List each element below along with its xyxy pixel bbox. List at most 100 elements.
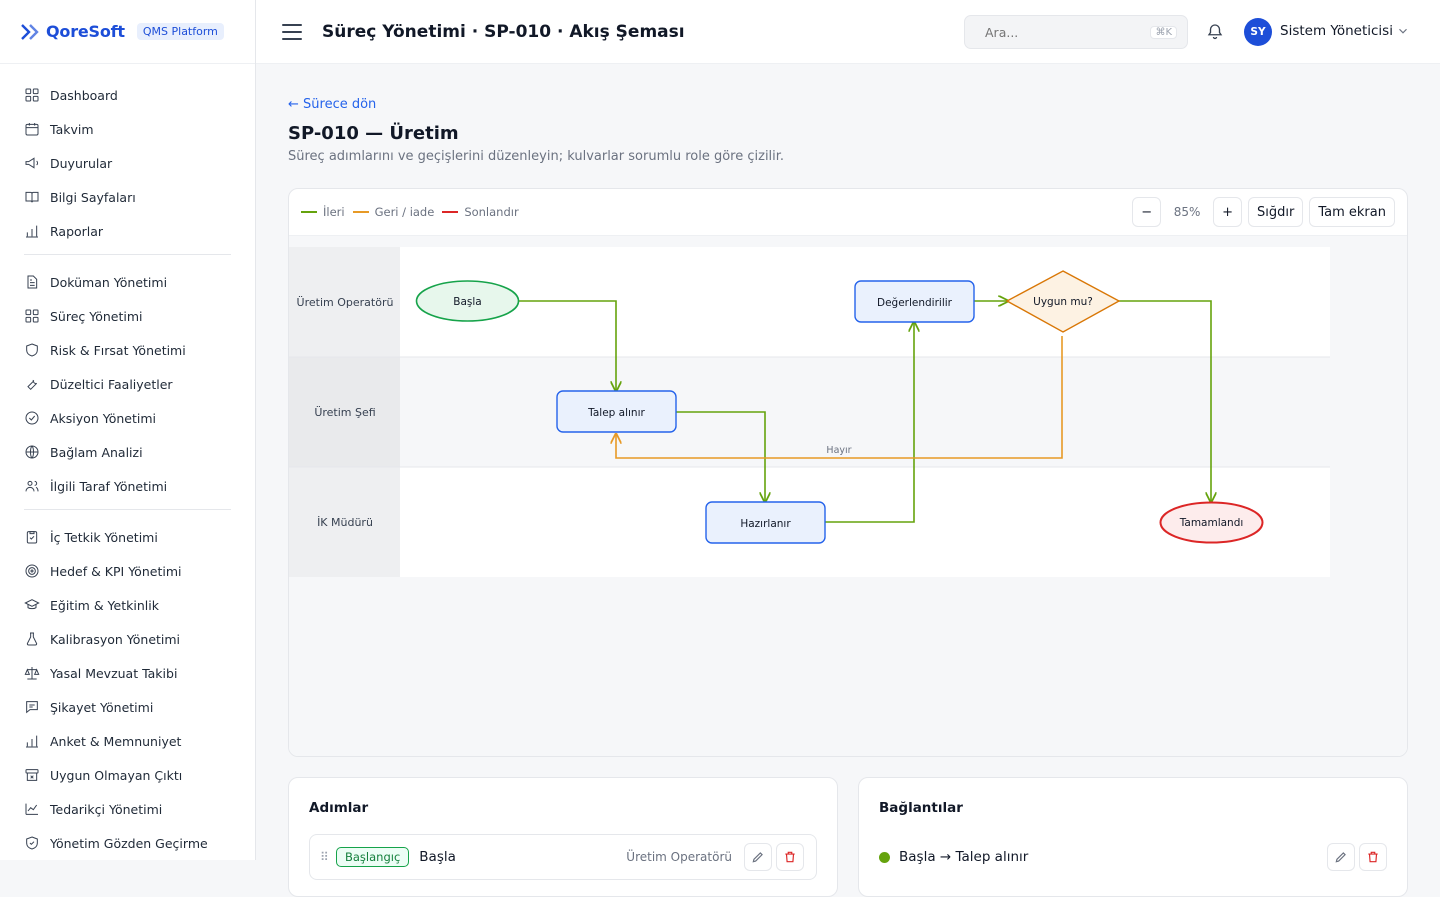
sidebar-item-duyurular[interactable]: Duyurular: [24, 146, 231, 180]
page-title: SP-010 — Üretim: [288, 123, 459, 144]
connections-panel-title: Bağlantılar: [879, 800, 963, 816]
brand-logo[interactable]: QoreSoft: [20, 22, 125, 42]
globe-icon: [25, 445, 39, 459]
diagram-toolbar: İleri Geri / iade Sonlandır − 85% + Sığd…: [289, 189, 1407, 236]
delete-button[interactable]: [1359, 843, 1387, 871]
fit-button[interactable]: Sığdır: [1248, 197, 1304, 227]
diagram-card: İleri Geri / iade Sonlandır − 85% + Sığd…: [288, 188, 1408, 757]
avatar[interactable]: SY: [1244, 18, 1272, 46]
step-name: Başla: [419, 849, 456, 865]
zoom-out-button[interactable]: −: [1132, 197, 1162, 227]
sidebar-item-uygun-olmayan-çıktı[interactable]: Uygun Olmayan Çıktı: [24, 758, 231, 792]
lane-label: Üretim Şefi: [314, 406, 375, 419]
drag-handle-icon[interactable]: ⠿: [320, 850, 334, 864]
sidebar-item-label: Bağlam Analizi: [50, 444, 143, 460]
menu-toggle-icon[interactable]: [282, 23, 302, 40]
sidebar-item-label: Risk & Fırsat Yönetimi: [50, 342, 186, 358]
node-task[interactable]: Değerlendirilir: [854, 280, 975, 323]
sidebar-item-label: Anket & Memnuniyet: [50, 733, 182, 749]
check-circle-icon: [25, 411, 39, 425]
legend-item-terminate: Sonlandır: [442, 205, 519, 219]
edit-button[interactable]: [1327, 843, 1355, 871]
chevron-down-icon[interactable]: [1396, 24, 1410, 38]
sidebar-item-yönetim-gözden-geçirme[interactable]: Yönetim Gözden Geçirme: [24, 826, 231, 860]
legend-swatch: [442, 211, 459, 213]
sidebar-item-anket-memnuniyet[interactable]: Anket & Memnuniyet: [24, 724, 231, 758]
legend-swatch: [352, 211, 369, 213]
sidebar-item-kalibrasyon-yönetimi[interactable]: Kalibrasyon Yönetimi: [24, 622, 231, 656]
connections-panel: Bağlantılar Başla → Talep alınır: [858, 777, 1408, 897]
step-row[interactable]: ⠿ Başlangıç Başla Üretim Operatörü: [309, 834, 817, 880]
node-end[interactable]: Tamamlandı: [1159, 501, 1264, 544]
legend: İleri Geri / iade Sonlandır: [301, 205, 519, 219]
node-label: Hazırlanır: [740, 518, 791, 530]
fullscreen-button[interactable]: Tam ekran: [1309, 197, 1395, 227]
document-icon: [27, 275, 38, 289]
grid-icon: [25, 88, 39, 102]
bell-icon[interactable]: [1206, 22, 1224, 40]
brand-name: QoreSoft: [46, 22, 125, 41]
node-task[interactable]: Hazırlanır: [705, 501, 826, 544]
sidebar-item-i-lgili-taraf-yönetimi[interactable]: İlgili Taraf Yönetimi: [24, 469, 231, 503]
sidebar-item-risk-fırsat-yönetimi[interactable]: Risk & Fırsat Yönetimi: [24, 333, 231, 367]
sidebar-item-tedarikçi-yönetimi[interactable]: Tedarikçi Yönetimi: [24, 792, 231, 826]
legend-label: İleri: [323, 205, 345, 219]
sidebar-item-label: Kalibrasyon Yönetimi: [50, 631, 181, 647]
search-shortcut: ⌘K: [1150, 25, 1177, 39]
sidebar-item-yasal-mevzuat-takibi[interactable]: Yasal Mevzuat Takibi: [24, 656, 231, 690]
sidebar-item-label: Dashboard: [50, 87, 118, 103]
diagram-canvas[interactable]: Üretim Operatörü Üretim Şefi İK Müdürü H…: [289, 236, 1407, 756]
node-start[interactable]: Başla: [415, 280, 520, 322]
bar-chart-icon: [26, 735, 38, 748]
search-input[interactable]: [985, 24, 1151, 40]
node-label: Değerlendirilir: [877, 297, 953, 309]
delete-button[interactable]: [776, 843, 804, 871]
sidebar-item-aksiyon-yönetimi[interactable]: Aksiyon Yönetimi: [24, 401, 231, 435]
node-label: Talep alınır: [587, 407, 645, 419]
back-link[interactable]: ← Sürece dön: [288, 97, 376, 112]
sidebar-item-label: Yönetim Gözden Geçirme: [50, 835, 208, 851]
sidebar-item-doküman-yönetimi[interactable]: Doküman Yönetimi: [24, 265, 231, 299]
shield-icon: [26, 343, 38, 357]
steps-panel-title: Adımlar: [309, 800, 369, 816]
user-name[interactable]: Sistem Yöneticisi: [1280, 23, 1393, 39]
book-icon: [25, 191, 39, 203]
page-heading: Süreç Yönetimi · SP-010 · Akış Şeması: [322, 21, 685, 42]
sidebar-item-dashboard[interactable]: Dashboard: [24, 78, 231, 112]
scale-icon: [24, 667, 40, 680]
sidebar-item-takvim[interactable]: Takvim: [24, 112, 231, 146]
pencil-icon: [1335, 852, 1346, 863]
sidebar-item-label: Duyurular: [50, 155, 113, 171]
sidebar-nav: Dashboard Takvim Duyurular Bilgi Sayfaları R…: [0, 64, 255, 860]
sidebar-item-label: İlgili Taraf Yönetimi: [50, 478, 168, 494]
sidebar-item-hedef-kpi-yönetimi[interactable]: Hedef & KPI Yönetimi: [24, 554, 231, 588]
sidebar-item-düzeltici-faaliyetler[interactable]: Düzeltici Faaliyetler: [24, 367, 231, 401]
connection-actions: [1323, 843, 1387, 871]
lane-label: Üretim Operatörü: [297, 296, 394, 309]
legend-label: Geri / iade: [374, 205, 435, 219]
sidebar-item-label: Eğitim & Yetkinlik: [50, 597, 159, 613]
platform-badge: QMS Platform: [136, 23, 224, 40]
sidebar-item-bağlam-analizi[interactable]: Bağlam Analizi: [24, 435, 231, 469]
zoom-level: 85%: [1173, 205, 1201, 219]
sidebar-item-şikayet-yönetimi[interactable]: Şikayet Yönetimi: [24, 690, 231, 724]
sidebar-item-eğitim-yetkinlik[interactable]: Eğitim & Yetkinlik: [24, 588, 231, 622]
connection-row[interactable]: Başla → Talep alınır: [879, 834, 1387, 880]
search-box[interactable]: ⌘K: [964, 15, 1188, 49]
edit-button[interactable]: [744, 843, 772, 871]
sidebar-item-label: Hedef & KPI Yönetimi: [50, 563, 182, 579]
sidebar-item-bilgi-sayfaları[interactable]: Bilgi Sayfaları: [24, 180, 231, 214]
topbar: Süreç Yönetimi · SP-010 · Akış Şeması ⌘K…: [256, 0, 1440, 64]
node-task[interactable]: Talep alınır: [556, 390, 677, 433]
connection-type-dot: [879, 851, 890, 863]
sidebar-item-süreç-yönetimi[interactable]: Süreç Yönetimi: [24, 299, 231, 333]
connection-label: Başla → Talep alınır: [899, 849, 1029, 865]
sidebar-item-i-ç-tetkik-yönetimi[interactable]: İç Tetkik Yönetimi: [24, 520, 231, 554]
megaphone-icon: [25, 157, 39, 169]
clipboard-icon: [26, 531, 38, 544]
sidebar-item-label: Süreç Yönetimi: [50, 308, 143, 324]
sidebar-item-label: Şikayet Yönetimi: [50, 699, 154, 715]
sidebar-item-label: Aksiyon Yönetimi: [50, 410, 156, 426]
zoom-in-button[interactable]: +: [1213, 197, 1243, 227]
sidebar-item-raporlar[interactable]: Raporlar: [24, 214, 231, 248]
